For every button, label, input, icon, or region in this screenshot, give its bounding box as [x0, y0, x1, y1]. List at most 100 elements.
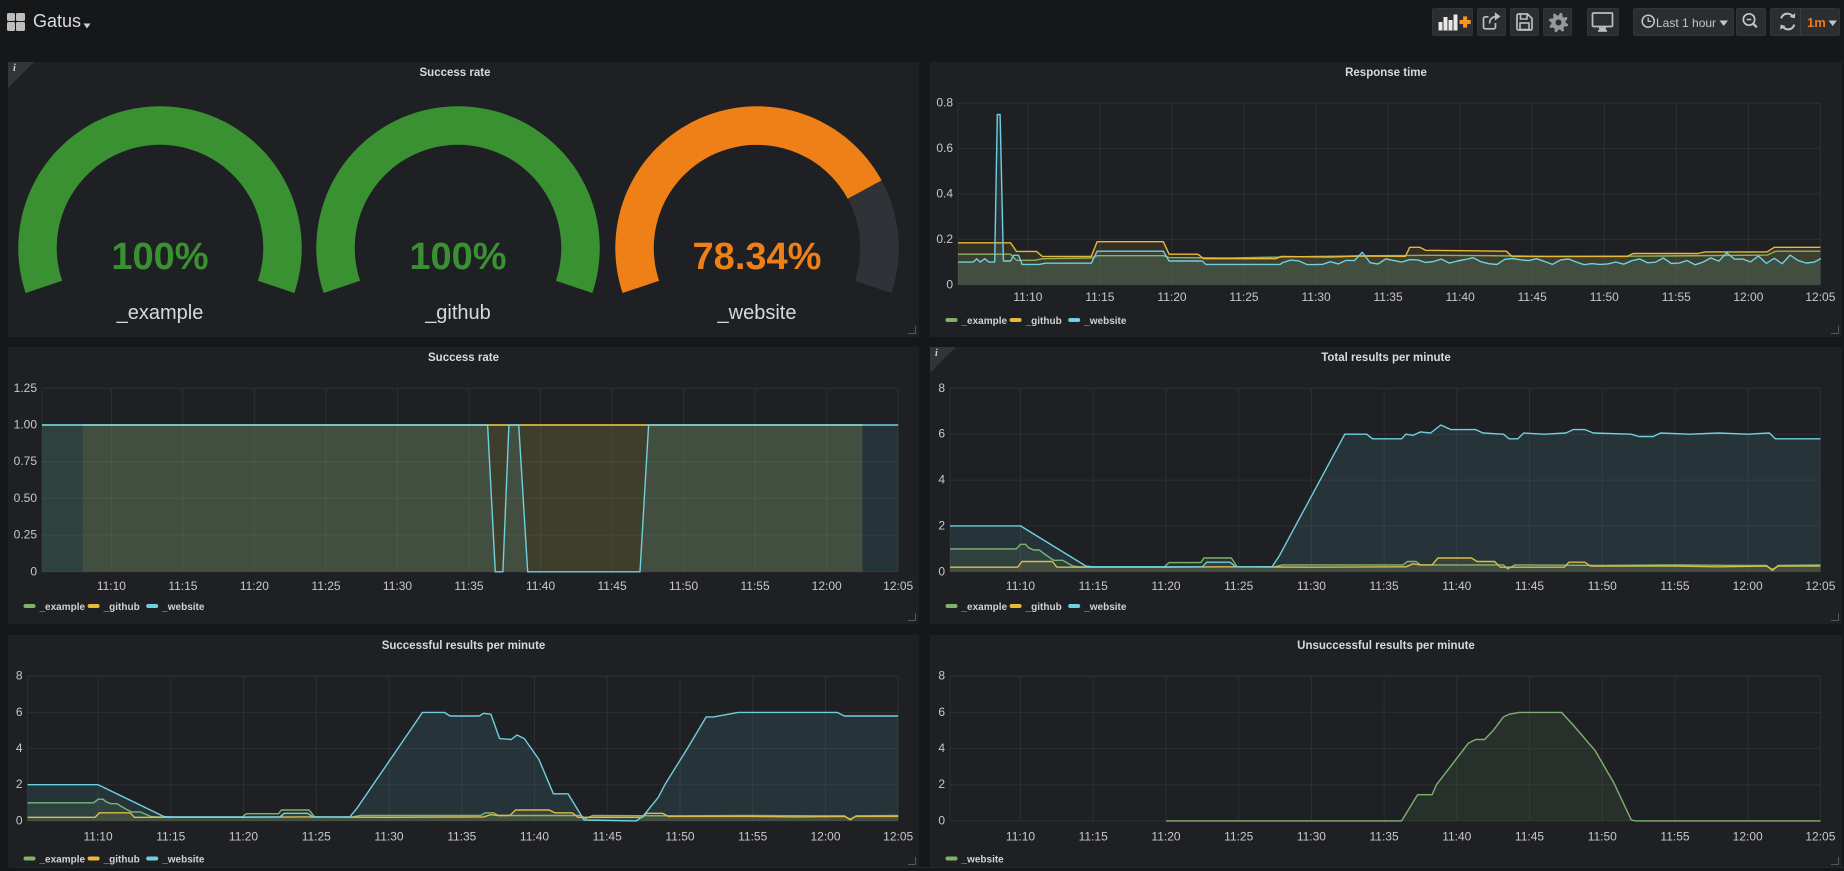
svg-text:11:30: 11:30	[1302, 290, 1331, 304]
svg-text:12:00: 12:00	[812, 579, 842, 593]
svg-text:11:10: 11:10	[1006, 579, 1035, 593]
svg-text:11:20: 11:20	[1151, 829, 1180, 843]
svg-text:100%: 100%	[409, 236, 506, 278]
svg-text:_github: _github	[424, 302, 491, 324]
svg-text:11:50: 11:50	[665, 829, 694, 843]
svg-text:8: 8	[938, 668, 945, 682]
svg-text:0.75: 0.75	[14, 454, 38, 468]
svg-text:2: 2	[938, 777, 945, 791]
svg-text:11:35: 11:35	[1370, 829, 1399, 843]
svg-text:11:45: 11:45	[1518, 290, 1547, 304]
svg-text:11:40: 11:40	[1442, 829, 1471, 843]
svg-text:12:05: 12:05	[883, 829, 913, 843]
svg-text:6: 6	[938, 427, 945, 441]
svg-text:11:35: 11:35	[1374, 290, 1403, 304]
svg-text:11:55: 11:55	[738, 829, 767, 843]
svg-text:_github: _github	[103, 854, 140, 865]
svg-text:_website: _website	[161, 602, 205, 613]
svg-text:11:45: 11:45	[593, 829, 622, 843]
svg-text:11:25: 11:25	[311, 579, 340, 593]
svg-text:11:40: 11:40	[520, 829, 549, 843]
svg-text:12:00: 12:00	[810, 829, 840, 843]
svg-text:11:55: 11:55	[741, 579, 770, 593]
svg-text:11:30: 11:30	[374, 829, 403, 843]
svg-text:11:40: 11:40	[1442, 579, 1471, 593]
svg-text:11:45: 11:45	[1515, 829, 1544, 843]
svg-text:0.50: 0.50	[14, 491, 38, 505]
svg-text:_example: _example	[116, 302, 204, 324]
svg-text:11:40: 11:40	[526, 579, 555, 593]
svg-text:11:20: 11:20	[229, 829, 258, 843]
svg-text:11:30: 11:30	[1297, 829, 1326, 843]
svg-text:11:55: 11:55	[1660, 579, 1689, 593]
svg-text:2: 2	[938, 518, 945, 532]
svg-text:11:20: 11:20	[1157, 290, 1186, 304]
svg-text:12:05: 12:05	[1805, 290, 1835, 304]
svg-text:12:05: 12:05	[1805, 579, 1835, 593]
svg-text:11:25: 11:25	[1224, 579, 1253, 593]
svg-text:_example: _example	[961, 602, 1008, 613]
svg-text:11:10: 11:10	[97, 579, 126, 593]
svg-text:11:25: 11:25	[302, 829, 331, 843]
svg-text:11:35: 11:35	[447, 829, 476, 843]
svg-text:6: 6	[938, 705, 945, 719]
svg-text:4: 4	[938, 741, 945, 755]
svg-text:78.34%: 78.34%	[693, 236, 822, 278]
svg-text:11:45: 11:45	[598, 579, 627, 593]
svg-text:11:25: 11:25	[1229, 290, 1258, 304]
svg-text:11:20: 11:20	[1151, 579, 1180, 593]
svg-text:11:10: 11:10	[1013, 290, 1042, 304]
svg-text:1.00: 1.00	[14, 418, 38, 432]
svg-text:11:25: 11:25	[1224, 829, 1253, 843]
svg-text:12:00: 12:00	[1733, 829, 1763, 843]
svg-text:0.8: 0.8	[936, 96, 953, 110]
svg-text:11:15: 11:15	[1085, 290, 1114, 304]
svg-text:11:50: 11:50	[1588, 579, 1617, 593]
svg-text:100%: 100%	[111, 236, 208, 278]
svg-text:12:05: 12:05	[883, 579, 913, 593]
svg-text:6: 6	[16, 705, 23, 719]
svg-text:0.2: 0.2	[936, 232, 953, 246]
svg-text:_example: _example	[39, 602, 86, 613]
svg-text:11:35: 11:35	[1370, 579, 1399, 593]
svg-text:0: 0	[938, 813, 945, 827]
svg-text:11:15: 11:15	[168, 579, 197, 593]
svg-text:0: 0	[16, 813, 23, 827]
svg-text:_website: _website	[161, 854, 205, 865]
svg-text:4: 4	[16, 741, 23, 755]
svg-text:_website: _website	[1083, 602, 1127, 613]
svg-text:0: 0	[30, 564, 37, 578]
svg-text:8: 8	[938, 381, 945, 395]
svg-text:_github: _github	[1025, 602, 1062, 613]
svg-text:_website: _website	[717, 302, 797, 324]
svg-text:_example: _example	[961, 316, 1008, 327]
svg-text:11:30: 11:30	[383, 579, 412, 593]
svg-text:0.25: 0.25	[14, 528, 38, 542]
svg-text:11:10: 11:10	[1006, 829, 1035, 843]
svg-text:_github: _github	[103, 602, 140, 613]
svg-text:4: 4	[938, 473, 945, 487]
svg-text:11:55: 11:55	[1660, 829, 1689, 843]
svg-text:_example: _example	[39, 854, 86, 865]
svg-text:11:15: 11:15	[156, 829, 185, 843]
svg-text:11:10: 11:10	[84, 829, 113, 843]
svg-text:8: 8	[16, 668, 23, 682]
svg-text:0.4: 0.4	[936, 187, 953, 201]
svg-text:_website: _website	[1083, 316, 1127, 327]
svg-text:0: 0	[938, 564, 945, 578]
svg-text:11:30: 11:30	[1297, 579, 1326, 593]
svg-text:11:50: 11:50	[1590, 290, 1619, 304]
svg-text:11:45: 11:45	[1515, 579, 1544, 593]
svg-text:12:05: 12:05	[1805, 829, 1835, 843]
svg-text:1.25: 1.25	[14, 381, 38, 395]
svg-text:0.6: 0.6	[936, 141, 953, 155]
svg-text:11:50: 11:50	[1588, 829, 1617, 843]
svg-text:11:35: 11:35	[454, 579, 483, 593]
svg-text:11:55: 11:55	[1662, 290, 1691, 304]
svg-text:11:40: 11:40	[1446, 290, 1475, 304]
svg-text:11:20: 11:20	[240, 579, 269, 593]
svg-text:0: 0	[946, 277, 953, 291]
svg-text:_website: _website	[961, 854, 1005, 865]
svg-text:_github: _github	[1025, 316, 1062, 327]
svg-text:12:00: 12:00	[1733, 290, 1763, 304]
